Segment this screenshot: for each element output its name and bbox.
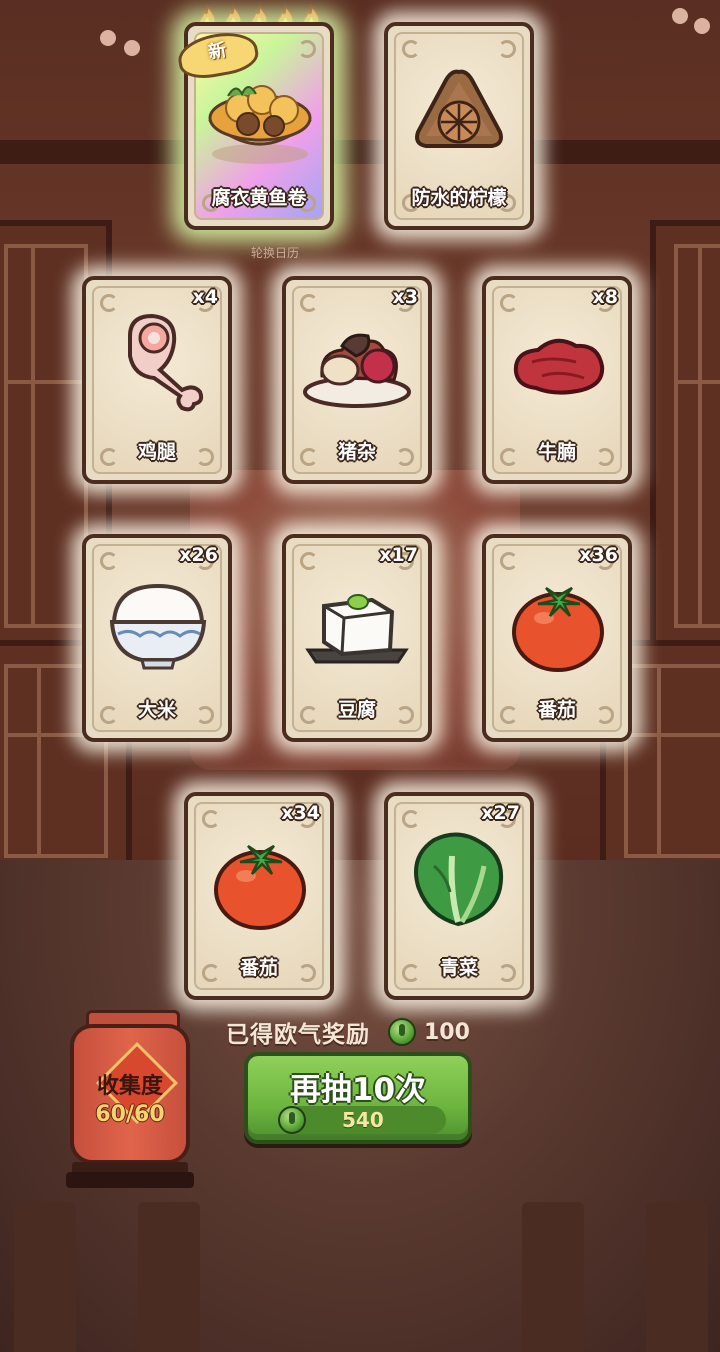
card-quantity: x4 [192, 286, 218, 308]
green-coin-icon [278, 1106, 306, 1134]
lantern-body: 收集度 60/60 [70, 1024, 190, 1164]
card-tofu[interactable]: x17 豆腐 [282, 534, 432, 742]
card-tomato[interactable]: x34 番茄 [184, 792, 334, 1000]
card-label: 猪杂 [337, 441, 376, 463]
card-lemon-cake[interactable]: 防水的柠檬 [384, 22, 534, 230]
card-label: 牛腩 [537, 441, 576, 463]
card-quantity: x36 [579, 544, 618, 566]
draw-cost-value: 540 [342, 1108, 384, 1132]
card-tomato[interactable]: x36 番茄 [482, 534, 632, 742]
card-label: 防水的柠檬 [411, 187, 507, 209]
card-label: 番茄 [239, 957, 278, 979]
card-beef-brisket[interactable]: x8 牛腩 [482, 276, 632, 484]
fence-post [138, 1202, 200, 1352]
card-label: 番茄 [537, 699, 576, 721]
collection-title: 收集度 [96, 1074, 163, 1099]
blossom [672, 8, 688, 24]
reward-value: 100 [424, 1019, 470, 1045]
card-rice[interactable]: x26 大米 [82, 534, 232, 742]
card-label: 鸡腿 [137, 441, 176, 463]
draw-cost: 540 [278, 1106, 446, 1134]
blossom [694, 18, 710, 34]
reward-label: 已得欧气奖励 [226, 1022, 370, 1048]
card-pork-offal[interactable]: x3 猪杂 [282, 276, 432, 484]
calendar-label: 轮换日历 [250, 246, 299, 260]
card-label: 豆腐 [337, 699, 376, 721]
card-quantity: x26 [179, 544, 218, 566]
card-quantity: x34 [281, 802, 320, 824]
reward-row: 已得欧气奖励 100 [226, 1014, 470, 1050]
draw-button-label: 再抽10次 [289, 1072, 427, 1108]
fence-post [522, 1202, 584, 1352]
card-quantity: x3 [392, 286, 418, 308]
green-coin-icon [388, 1018, 416, 1046]
lantern-stand [66, 1172, 194, 1188]
card-quantity: x27 [481, 802, 520, 824]
fence-post [646, 1202, 708, 1352]
card-chicken-leg[interactable]: x4 鸡腿 [82, 276, 232, 484]
collection-lantern[interactable]: 收集度 60/60 [66, 1010, 194, 1190]
blossom [124, 40, 140, 56]
card-label: 青菜 [439, 957, 478, 979]
card-label: 腐衣黄鱼卷 [211, 187, 307, 209]
draw-again-button[interactable]: 再抽10次 540 [244, 1052, 472, 1144]
lemon-cake-icon [415, 69, 503, 148]
right-window-lattice [650, 220, 720, 652]
card-quantity: x17 [379, 544, 418, 566]
card-quantity: x8 [592, 286, 618, 308]
blossom [100, 30, 116, 46]
ceiling-beam [0, 140, 720, 164]
card-bok-choy[interactable]: x27 青菜 [384, 792, 534, 1000]
card-label: 大米 [137, 699, 176, 721]
fence-post [14, 1202, 76, 1352]
collection-value: 60/60 [95, 1102, 165, 1127]
